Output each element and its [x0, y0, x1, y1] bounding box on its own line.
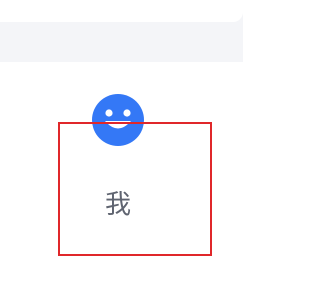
tab-me[interactable]: 我	[56, 88, 216, 258]
top-card	[0, 0, 243, 22]
screen: 我	[0, 0, 243, 300]
tab-label: 我	[104, 190, 131, 220]
smiley-face-icon	[92, 94, 144, 146]
top-background	[0, 0, 243, 62]
